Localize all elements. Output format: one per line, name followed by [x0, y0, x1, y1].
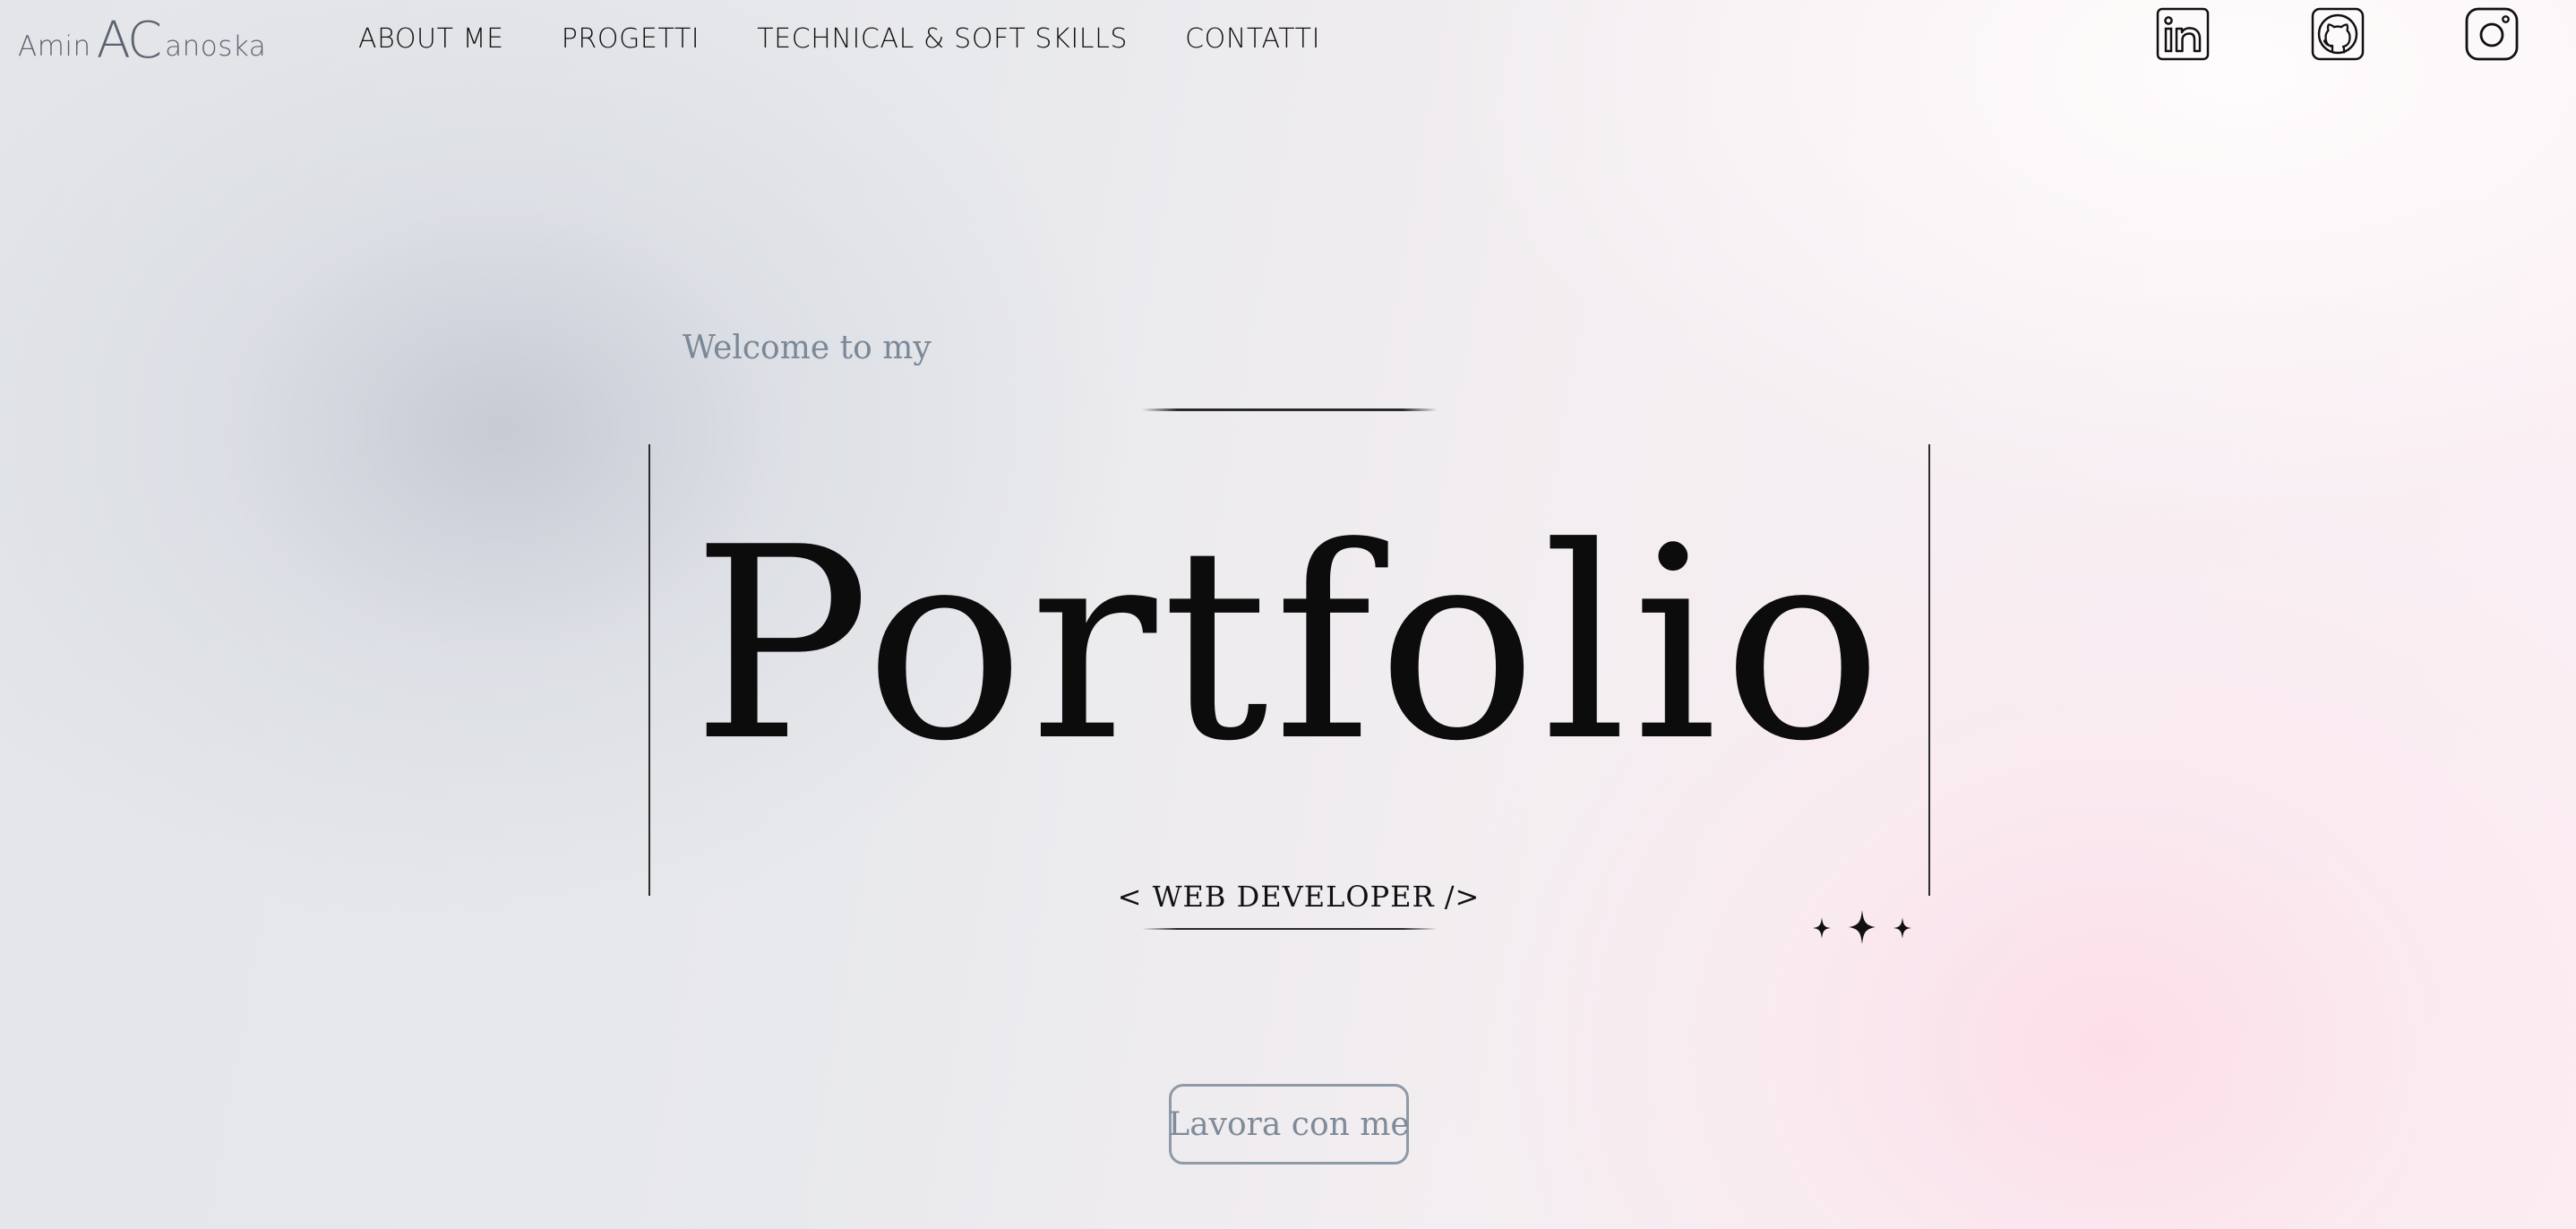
- top-divider: [1142, 408, 1438, 411]
- main-nav: ABOUT ME PROGETTI TECHNICAL & SOFT SKILL…: [358, 23, 1320, 55]
- welcome-text: Welcome to my: [683, 330, 932, 366]
- logo-first-name: Amin: [18, 30, 91, 63]
- github-link[interactable]: [2311, 7, 2365, 61]
- sparkles-decoration: [1806, 907, 1919, 950]
- logo-initials: AC: [96, 12, 162, 70]
- nav-link-about-me[interactable]: ABOUT ME: [358, 23, 504, 55]
- instagram-link[interactable]: [2465, 7, 2519, 61]
- nav-link-progetti[interactable]: PROGETTI: [562, 23, 700, 55]
- hire-me-button[interactable]: Lavora con me: [1168, 1084, 1410, 1165]
- sparkles-icon: [1813, 910, 1911, 944]
- logo-last-name: anoska: [165, 30, 267, 63]
- portfolio-title: Portfolio: [691, 490, 1888, 799]
- github-icon: [2311, 7, 2365, 61]
- nav-link-contatti[interactable]: CONTATTI: [1185, 23, 1320, 55]
- role-subtitle: < WEB DEVELOPER />: [1117, 880, 1481, 914]
- bottom-divider: [1142, 928, 1438, 930]
- site-logo[interactable]: Amin AC anoska: [18, 13, 266, 66]
- linkedin-link[interactable]: [2156, 7, 2210, 61]
- linkedin-icon: [2156, 7, 2210, 61]
- instagram-icon: [2465, 7, 2519, 61]
- nav-link-skills[interactable]: TECHNICAL & SOFT SKILLS: [757, 23, 1128, 55]
